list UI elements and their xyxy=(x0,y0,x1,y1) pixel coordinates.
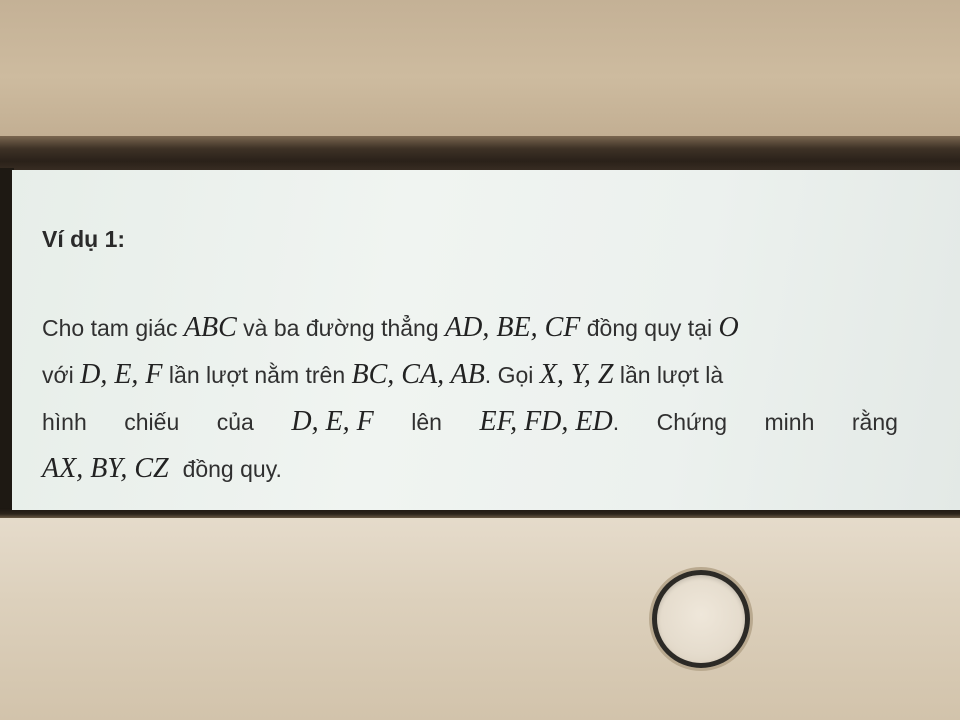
tablet-lower-body xyxy=(0,512,960,720)
problem-text: Cho tam giác xyxy=(42,315,184,341)
problem-text: . xyxy=(612,409,620,435)
math-expression: EF, FD, ED xyxy=(479,406,613,437)
problem-text: lần lượt nằm trên xyxy=(162,362,352,388)
math-expression: O xyxy=(718,312,739,343)
problem-text: với xyxy=(42,362,81,388)
home-button[interactable] xyxy=(652,570,750,668)
problem-line-1: Cho tam giác ABC và ba đường thẳng AD, B… xyxy=(42,304,898,351)
problem-line-3: hình chiếu của D, E, F lên EF, FD, ED. Chứng mi… xyxy=(42,398,898,445)
problem-text: rằng xyxy=(851,409,898,435)
math-expression: AD, BE, CF xyxy=(445,312,581,343)
problem-text: minh xyxy=(764,409,815,435)
math-expression: BC, CA, AB xyxy=(351,359,485,390)
problem-text: . Gọi xyxy=(484,362,540,388)
tablet-top-bezel xyxy=(0,136,960,172)
math-expression: AX, BY, CZ xyxy=(42,453,169,484)
math-expression: X, Y, Z xyxy=(539,359,614,390)
problem-text: hình xyxy=(42,409,87,435)
problem-statement: Cho tam giác ABC và ba đường thẳng AD, B… xyxy=(42,304,898,492)
math-with-period: EF, FD, ED. xyxy=(479,398,619,446)
problem-text: đồng quy. xyxy=(182,456,282,482)
problem-text: của xyxy=(216,409,254,435)
problem-line-2: với D, E, F lần lượt nằm trên BC, CA, AB… xyxy=(42,351,898,398)
problem-text: đồng quy tại xyxy=(580,315,719,341)
math-expression: D, E, F xyxy=(291,406,374,437)
problem-line-4: AX, BY, CZ đồng quy. xyxy=(42,445,898,492)
problem-text: và ba đường thẳng xyxy=(236,315,446,341)
problem-text: lên xyxy=(411,409,442,435)
problem-text: lần lượt là xyxy=(613,362,724,388)
tablet-screen: Ví dụ 1: Cho tam giác ABC và ba đường th… xyxy=(12,170,960,510)
math-expression: D, E, F xyxy=(80,359,163,390)
background-wall xyxy=(0,0,960,140)
problem-text: Chứng xyxy=(656,409,728,435)
math-expression: ABC xyxy=(183,312,237,343)
example-title: Ví dụ 1: xyxy=(42,226,126,252)
problem-text: chiếu xyxy=(124,409,180,435)
